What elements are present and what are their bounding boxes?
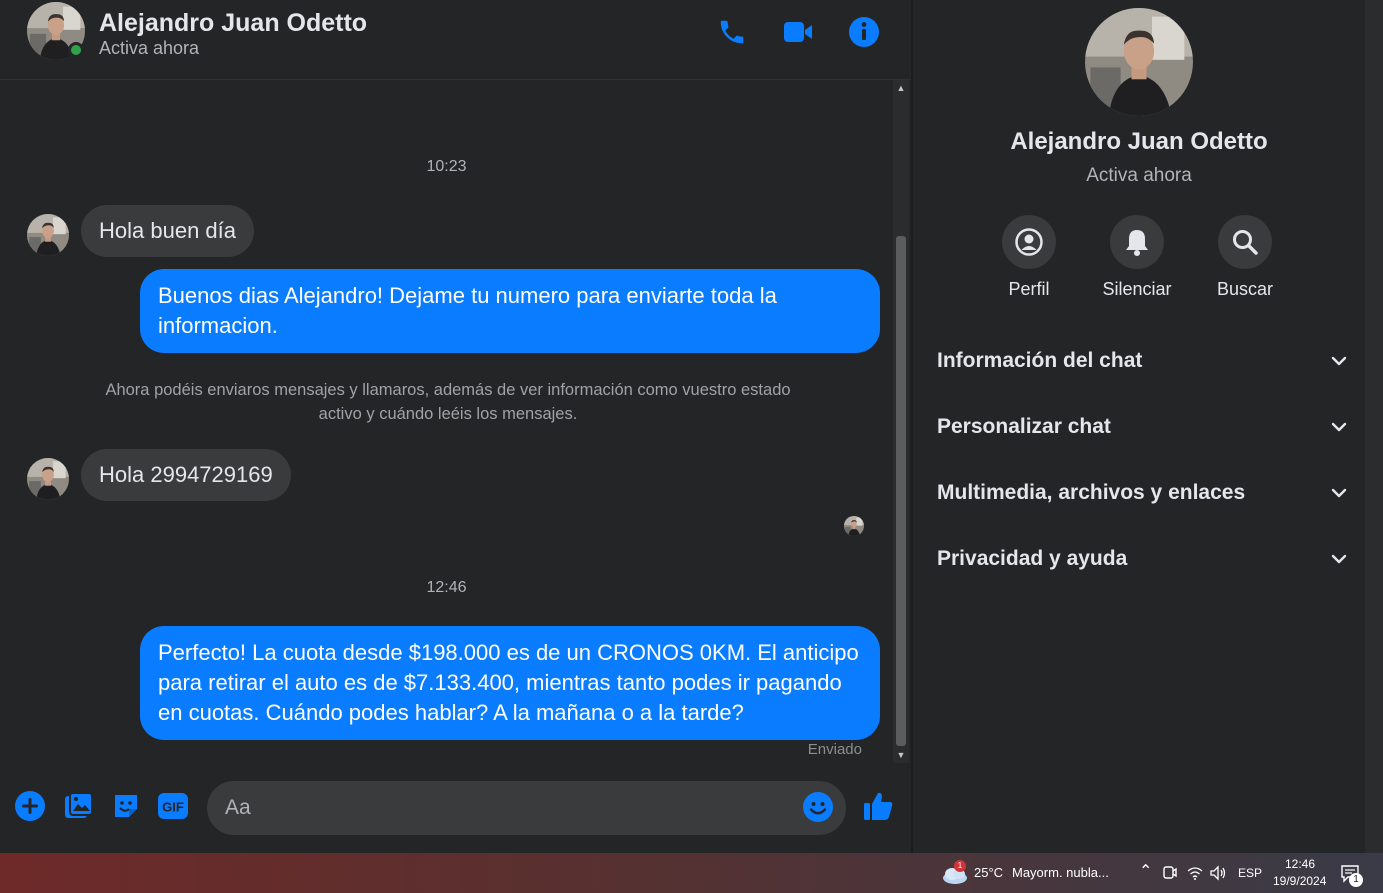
like-icon[interactable] — [862, 790, 894, 822]
gif-icon[interactable]: GIF — [157, 790, 189, 822]
temperature[interactable]: 25°C — [974, 865, 1003, 880]
emoji-icon[interactable] — [802, 791, 834, 823]
section-privacy-help[interactable]: Privacidad y ayuda — [937, 539, 1349, 579]
scroll-up-arrow[interactable]: ▲ — [893, 80, 909, 96]
info-contact-status: Activa ahora — [1086, 165, 1192, 186]
seen-indicator-avatar — [844, 516, 864, 536]
chevron-down-icon — [1331, 356, 1347, 366]
weather-badge: 1 — [954, 860, 966, 872]
contact-name[interactable]: Alejandro Juan Odetto — [99, 9, 367, 38]
avatar[interactable] — [27, 458, 69, 500]
info-contact-name: Alejandro Juan Odetto — [1010, 128, 1268, 155]
avatar[interactable] — [27, 214, 69, 256]
section-media-files-links[interactable]: Multimedia, archivos y enlaces — [937, 473, 1349, 513]
wifi-icon[interactable] — [1187, 865, 1203, 886]
windows-taskbar: 1 25°C Mayorm. nubla... ⌃ ESP 12:46 19/9… — [0, 853, 1383, 893]
section-customize-chat[interactable]: Personalizar chat — [937, 407, 1349, 447]
chat-info-panel: Alejandro Juan Odetto Activa ahora Perfi… — [913, 0, 1365, 853]
search-icon — [1218, 215, 1272, 269]
video-icon[interactable] — [780, 14, 816, 50]
clock-time[interactable]: 12:46 — [1285, 857, 1315, 871]
chevron-up-icon[interactable]: ⌃ — [1139, 861, 1152, 881]
profile-label: Perfil — [1008, 279, 1050, 299]
avatar[interactable] — [1085, 8, 1193, 116]
search-button[interactable]: Buscar — [1200, 215, 1290, 300]
info-icon[interactable] — [846, 14, 882, 50]
weather-description[interactable]: Mayorm. nubla... — [1012, 865, 1109, 880]
timestamp-separator: 12:46 — [426, 579, 467, 596]
online-status-dot — [68, 42, 84, 58]
svg-text:GIF: GIF — [162, 800, 184, 815]
outgoing-message[interactable]: Perfecto! La cuota desde $198.000 es de … — [140, 626, 880, 740]
clock-date[interactable]: 19/9/2024 — [1273, 874, 1326, 888]
profile-button[interactable]: Perfil — [984, 215, 1074, 300]
search-label: Buscar — [1216, 279, 1274, 299]
scroll-down-arrow[interactable]: ▼ — [893, 747, 909, 763]
volume-icon[interactable] — [1209, 865, 1227, 886]
messenger-window: Alejandro Juan Odetto Activa ahora 10:23… — [0, 0, 1383, 893]
section-label: Personalizar chat — [937, 415, 1111, 438]
notification-count: 1 — [1349, 873, 1363, 887]
composer: GIF — [0, 768, 911, 853]
section-label: Información del chat — [937, 349, 1143, 372]
chevron-down-icon — [1331, 422, 1347, 432]
profile-icon — [1002, 215, 1056, 269]
image-icon[interactable] — [63, 790, 95, 822]
sticker-icon[interactable] — [110, 790, 142, 822]
message-input-box[interactable] — [207, 781, 846, 835]
chat-header: Alejandro Juan Odetto Activa ahora — [0, 0, 911, 80]
phone-icon[interactable] — [714, 14, 750, 50]
message-scrollbar[interactable]: ▲ ▼ — [893, 80, 909, 763]
info-panel-scrollbar[interactable] — [1365, 0, 1383, 853]
section-label: Multimedia, archivos y enlaces — [937, 481, 1246, 504]
section-label: Privacidad y ayuda — [937, 547, 1128, 570]
section-chat-info[interactable]: Información del chat — [937, 341, 1349, 381]
scroll-thumb[interactable] — [896, 236, 906, 746]
incoming-message[interactable]: Hola buen día — [81, 205, 254, 257]
sent-status: Enviado — [807, 741, 862, 758]
message-input[interactable] — [225, 781, 795, 835]
chat-panel: Alejandro Juan Odetto Activa ahora 10:23… — [0, 0, 911, 853]
contact-status: Activa ahora — [99, 38, 200, 58]
incoming-message[interactable]: Hola 2994729169 — [81, 449, 291, 501]
message-list[interactable]: 10:23 Hola buen día Buenos dias Alejandr… — [0, 80, 893, 765]
system-notice: Ahora podéis enviaros mensajes y llamaro… — [105, 381, 791, 423]
plus-icon[interactable] — [14, 790, 46, 822]
meet-icon[interactable] — [1163, 865, 1177, 886]
input-language[interactable]: ESP — [1238, 866, 1262, 880]
chevron-down-icon — [1331, 488, 1347, 498]
mute-label: Silenciar — [1102, 279, 1172, 299]
chevron-down-icon — [1331, 554, 1347, 564]
mute-button[interactable]: Silenciar — [1092, 215, 1182, 300]
bell-icon — [1110, 215, 1164, 269]
timestamp-separator: 10:23 — [426, 158, 467, 175]
outgoing-message[interactable]: Buenos dias Alejandro! Dejame tu numero … — [140, 269, 880, 353]
